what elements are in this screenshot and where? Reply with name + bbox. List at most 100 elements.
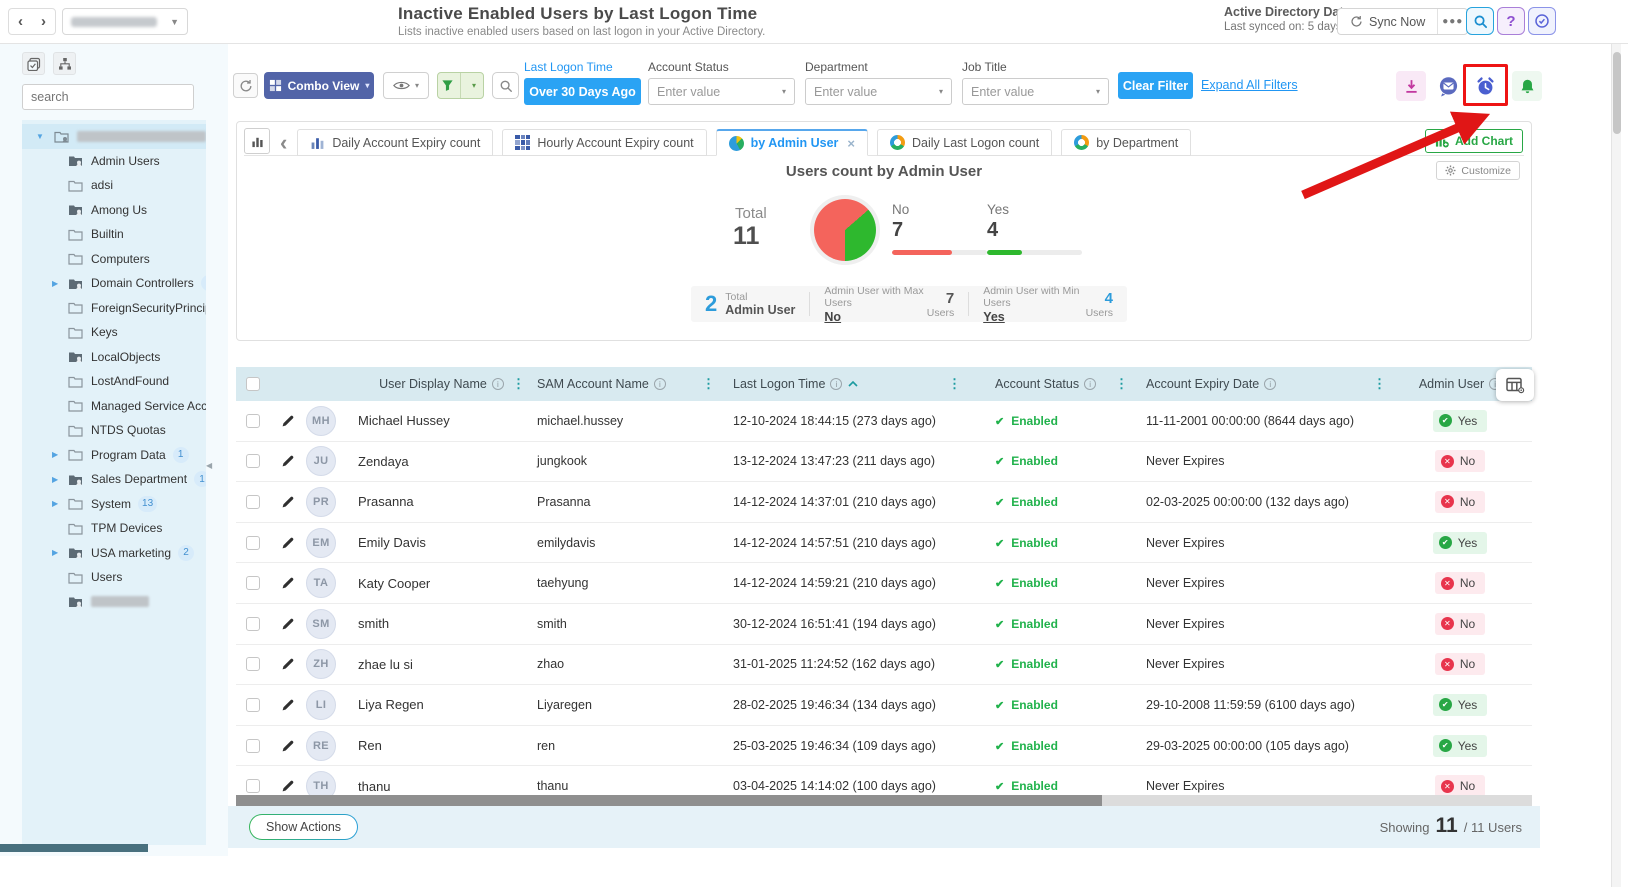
scrollbar-thumb[interactable] bbox=[236, 795, 1102, 806]
column-header-sam-account[interactable]: SAM Account Name⋮ bbox=[527, 367, 717, 401]
tree-item[interactable]: Keys bbox=[22, 320, 206, 345]
cell-display-name[interactable]: thanu bbox=[356, 766, 527, 795]
info-icon[interactable] bbox=[1084, 378, 1096, 390]
feedback-button[interactable] bbox=[1433, 71, 1463, 101]
legend-item[interactable]: No 7 bbox=[892, 202, 987, 255]
sync-now-button[interactable]: Sync Now bbox=[1338, 9, 1437, 34]
tree-item[interactable]: LostAndFound bbox=[22, 369, 206, 394]
row-checkbox[interactable] bbox=[246, 414, 260, 428]
help-button[interactable]: ? bbox=[1497, 7, 1525, 35]
sort-asc-icon[interactable] bbox=[848, 381, 858, 387]
column-menu-icon[interactable]: ⋮ bbox=[702, 376, 715, 392]
clear-filter-button[interactable]: Clear Filter bbox=[1118, 72, 1193, 99]
edit-pencil-icon[interactable] bbox=[281, 698, 295, 712]
tree-item[interactable]: Program Data 1 bbox=[22, 443, 206, 468]
schedule-report-button[interactable] bbox=[1470, 71, 1500, 101]
cell-display-name[interactable]: zhae lu si bbox=[356, 645, 527, 685]
column-header-account-status[interactable]: Account Status⋮ bbox=[963, 367, 1130, 401]
job-title-select[interactable]: Enter value▾ bbox=[962, 78, 1109, 105]
tree-expand-icon[interactable] bbox=[52, 499, 64, 508]
column-visibility-dropdown[interactable]: ▾ bbox=[383, 72, 429, 99]
tree-search-input[interactable] bbox=[23, 90, 200, 104]
audit-log-button[interactable] bbox=[1528, 7, 1556, 35]
row-checkbox[interactable] bbox=[246, 576, 260, 590]
select-all-checkbox[interactable] bbox=[246, 377, 260, 391]
quick-search-button[interactable] bbox=[492, 72, 519, 99]
show-actions-button[interactable]: Show Actions bbox=[249, 814, 358, 840]
row-checkbox[interactable] bbox=[246, 779, 260, 793]
tree-item[interactable] bbox=[22, 590, 206, 615]
tree-item[interactable]: LocalObjects bbox=[22, 345, 206, 370]
info-icon[interactable] bbox=[492, 378, 504, 390]
edit-pencil-icon[interactable] bbox=[281, 779, 295, 793]
column-menu-icon[interactable]: ⋮ bbox=[1115, 376, 1128, 392]
vertical-scrollbar[interactable] bbox=[1611, 44, 1621, 887]
tree-expand-icon[interactable] bbox=[52, 450, 64, 459]
domain-selector[interactable]: ▼ bbox=[62, 8, 188, 35]
tree-item[interactable]: Managed Service Accounts bbox=[22, 394, 206, 419]
forward-icon[interactable]: › bbox=[41, 14, 46, 29]
multi-select-button[interactable] bbox=[22, 52, 45, 75]
horizontal-scrollbar[interactable] bbox=[236, 795, 1532, 806]
global-search-button[interactable] bbox=[1466, 7, 1494, 35]
tree-item[interactable]: Computers bbox=[22, 247, 206, 272]
column-menu-icon[interactable]: ⋮ bbox=[512, 376, 525, 392]
column-menu-icon[interactable]: ⋮ bbox=[948, 376, 961, 392]
sidebar-collapse-handle[interactable]: ◀ bbox=[206, 452, 218, 478]
row-checkbox[interactable] bbox=[246, 617, 260, 631]
tree-item[interactable]: adsi bbox=[22, 173, 206, 198]
edit-pencil-icon[interactable] bbox=[281, 657, 295, 671]
pie-chart[interactable] bbox=[814, 199, 876, 261]
tree-expand-icon[interactable] bbox=[52, 475, 64, 484]
edit-pencil-icon[interactable] bbox=[281, 617, 295, 631]
export-button[interactable] bbox=[1396, 71, 1426, 101]
row-checkbox[interactable] bbox=[246, 454, 260, 468]
tree-item[interactable]: USA marketing 2 bbox=[22, 541, 206, 566]
edit-pencil-icon[interactable] bbox=[281, 739, 295, 753]
info-icon[interactable] bbox=[654, 378, 666, 390]
tree-item[interactable]: Sales Department 1 bbox=[22, 467, 206, 492]
tree-expand-icon[interactable] bbox=[52, 279, 64, 288]
edit-pencil-icon[interactable] bbox=[281, 576, 295, 590]
chart-list-button[interactable] bbox=[244, 128, 270, 154]
chart-tab[interactable]: by Department bbox=[1061, 129, 1191, 156]
row-checkbox[interactable] bbox=[246, 495, 260, 509]
more-options-button[interactable]: ●●● bbox=[1437, 9, 1467, 34]
row-checkbox[interactable] bbox=[246, 739, 260, 753]
column-header-last-logon[interactable]: Last Logon Time ⋮ bbox=[717, 367, 963, 401]
chart-tab[interactable]: Hourly Account Expiry count bbox=[502, 129, 706, 156]
close-icon[interactable]: × bbox=[847, 136, 855, 151]
tree-item[interactable]: Builtin bbox=[22, 222, 206, 247]
cell-display-name[interactable]: Zendaya bbox=[356, 442, 527, 482]
filter-dropdown[interactable]: ▾ bbox=[437, 72, 484, 99]
tree-item[interactable]: Admin Users bbox=[22, 149, 206, 174]
tree-item[interactable]: Domain Controllers 1 bbox=[22, 271, 206, 296]
edit-pencil-icon[interactable] bbox=[281, 495, 295, 509]
tree-item[interactable]: TPM Devices bbox=[22, 516, 206, 541]
cell-display-name[interactable]: smith bbox=[356, 604, 527, 644]
back-icon[interactable]: ‹ bbox=[18, 14, 23, 29]
summary-max-name[interactable]: No bbox=[824, 310, 926, 324]
summary-min-name[interactable]: Yes bbox=[983, 310, 1085, 324]
row-checkbox[interactable] bbox=[246, 698, 260, 712]
tree-item[interactable]: Users bbox=[22, 565, 206, 590]
column-header-account-expiry[interactable]: Account Expiry Date⋮ bbox=[1130, 367, 1388, 401]
info-icon[interactable] bbox=[830, 378, 842, 390]
add-chart-button[interactable]: Add Chart bbox=[1425, 129, 1523, 153]
tree-item[interactable] bbox=[22, 124, 206, 149]
cell-display-name[interactable]: Prasanna bbox=[356, 482, 527, 522]
expand-all-filters-link[interactable]: Expand All Filters bbox=[1201, 78, 1298, 92]
account-status-select[interactable]: Enter value▾ bbox=[648, 78, 795, 105]
tree-scrollbar[interactable] bbox=[0, 844, 148, 852]
column-settings-button[interactable] bbox=[1496, 369, 1534, 401]
tabs-scroll-left-icon[interactable]: ‹ bbox=[280, 132, 287, 154]
cell-display-name[interactable]: Emily Davis bbox=[356, 523, 527, 563]
edit-pencil-icon[interactable] bbox=[281, 536, 295, 550]
edit-pencil-icon[interactable] bbox=[281, 454, 295, 468]
tree-item[interactable]: NTDS Quotas bbox=[22, 418, 206, 443]
cell-display-name[interactable]: Liya Regen bbox=[356, 685, 527, 725]
row-checkbox[interactable] bbox=[246, 657, 260, 671]
last-logon-filter-value[interactable]: Over 30 Days Ago bbox=[524, 78, 641, 105]
cell-display-name[interactable]: Ren bbox=[356, 726, 527, 766]
cell-display-name[interactable]: Katy Cooper bbox=[356, 563, 527, 603]
